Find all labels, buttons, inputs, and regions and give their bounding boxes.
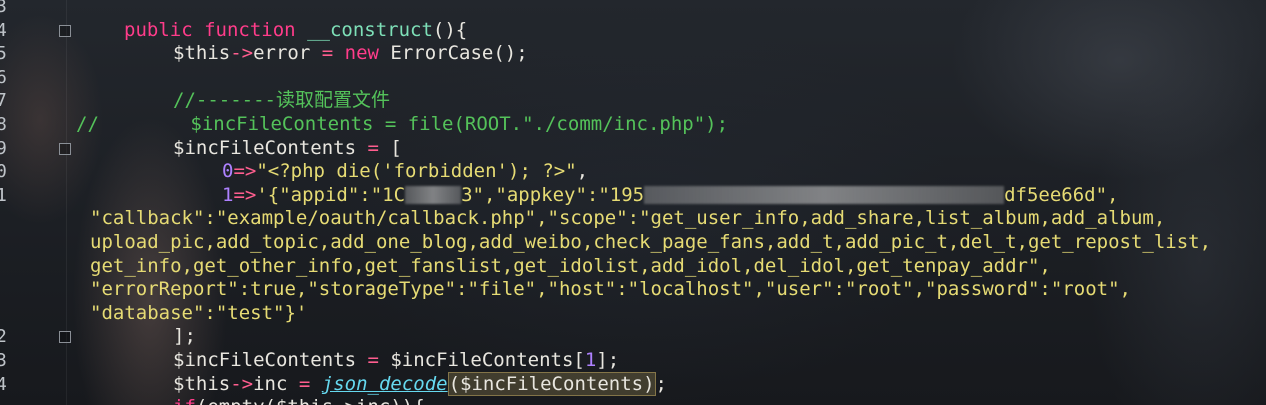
code-token: "errorReport":true,"storageType":"file",… <box>90 278 1131 301</box>
fold-toggle-icon[interactable] <box>59 331 71 344</box>
code-line[interactable]: "errorReport":true,"storageType":"file",… <box>0 278 1266 302</box>
code-token: ]; <box>596 349 620 371</box>
code-token: //-------读取配置文件 <box>173 89 390 112</box>
code-line[interactable]: get_info,get_other_info,get_fanslist,get… <box>0 255 1266 279</box>
code-line[interactable]: upload_pic,add_topic,add_one_blog,add_we… <box>0 231 1266 255</box>
code-token: = <box>321 42 334 65</box>
code-token: $this <box>173 42 231 65</box>
code-token: $incFileContents <box>173 349 368 371</box>
code-token: = <box>298 372 311 395</box>
line-number: 8 <box>0 114 7 135</box>
code-token: public <box>124 18 193 41</box>
code-text: public function __construct(){ <box>124 19 467 43</box>
code-text: if(empty($this->inc)){ <box>173 396 425 405</box>
redacted-block <box>405 185 462 204</box>
code-text: $this->error = new ErrorCase(); <box>173 42 528 66</box>
code-token: function <box>204 18 296 41</box>
code-text: $this->inc = json_decode($incFileContent… <box>173 371 667 397</box>
code-token: , <box>576 160 589 183</box>
code-token: // $incFileContents = file(ROOT."./comm/… <box>76 113 729 135</box>
code-token: inc <box>253 372 299 395</box>
code-line[interactable]: 9 $incFileContents = [ <box>0 137 1266 161</box>
code-token: 1 <box>222 183 234 206</box>
code-token: new <box>344 42 379 65</box>
code-token: $this <box>173 372 231 395</box>
code-token: ErrorCase(); <box>378 42 528 65</box>
line-number: 1 <box>0 184 7 206</box>
code-token: -> <box>230 42 254 65</box>
code-line[interactable]: 4 $this->inc = json_decode($incFileConten… <box>0 371 1266 397</box>
code-token: if <box>173 396 196 405</box>
code-text: ]; <box>173 325 196 349</box>
code-token: 0 <box>222 160 234 183</box>
code-text: upload_pic,add_topic,add_one_blog,add_we… <box>90 231 1211 255</box>
code-text: "errorReport":true,"storageType":"file",… <box>90 278 1131 302</box>
code-token: 1 <box>584 349 597 371</box>
code-line[interactable]: "database":"test"}' <box>0 302 1266 326</box>
code-token: ; <box>655 372 667 395</box>
code-token: "database":"test"}' <box>90 301 308 324</box>
redacted-block <box>644 185 1005 204</box>
code-line[interactable]: 4 public function __construct(){ <box>0 19 1266 43</box>
code-text: "database":"test"}' <box>90 302 307 326</box>
code-token: ($incFileContents) <box>447 371 656 396</box>
line-number: 9 <box>0 137 7 159</box>
code-token: '{"appid":"1C <box>256 183 406 206</box>
code-text: 1=>'{"appid":"1C 3","appkey":"195 df5ee66d… <box>222 184 1118 208</box>
code-line[interactable]: 5 $this->error = new ErrorCase(); <box>0 42 1266 66</box>
fold-toggle-icon[interactable] <box>59 24 71 37</box>
code-token: (empty($this->inc)){ <box>196 396 425 405</box>
code-text: get_info,get_other_info,get_fanslist,get… <box>90 255 1051 279</box>
line-number: 3 <box>0 350 7 371</box>
line-number: 4 <box>0 19 7 41</box>
code-token: => <box>233 183 257 206</box>
code-token: $incFileContents[ <box>378 349 585 371</box>
code-token: "<?php die('forbidden'); ?>" <box>256 160 577 183</box>
code-line[interactable]: 2]; <box>0 325 1266 349</box>
code-line[interactable]: 3 <box>0 0 1266 19</box>
code-token: => <box>233 160 257 183</box>
line-number: 6 <box>0 66 7 88</box>
code-line[interactable]: 1 1=>'{"appid":"1C 3","appkey":"195 df5ee66… <box>0 184 1266 208</box>
line-number: 0 <box>0 161 7 183</box>
code-text: 0=>"<?php die('forbidden'); ?>", <box>222 160 588 184</box>
code-token: error <box>253 42 322 65</box>
code-token: json_decode <box>321 372 448 395</box>
line-number: 4 <box>0 373 7 395</box>
code-token: = <box>367 349 379 371</box>
code-token: -> <box>230 372 254 395</box>
code-token: [ <box>378 136 402 159</box>
code-token: (){ <box>432 18 468 41</box>
code-text: $incFileContents = $incFileContents[1]; <box>173 349 619 373</box>
code-text: $incFileContents = [ <box>173 137 402 161</box>
code-token: df5ee66d", <box>1004 183 1119 206</box>
code-token: get_info,get_other_info,get_fanslist,get… <box>90 254 1051 277</box>
code-text: // $incFileContents = file(ROOT."./comm/… <box>76 113 728 137</box>
line-number: 2 <box>0 326 7 348</box>
code-token: __construct <box>307 18 433 41</box>
code-token: 3","appkey":"195 <box>461 183 645 206</box>
code-token: $incFileContents <box>173 136 368 159</box>
code-line[interactable]: 8 // $incFileContents = file(ROOT."./comm… <box>0 113 1266 137</box>
code-token: = <box>367 136 379 159</box>
code-text: "callback":"example/oauth/callback.php",… <box>90 207 1165 231</box>
line-number: 3 <box>0 0 7 17</box>
code-line[interactable]: 6 <box>0 66 1266 90</box>
code-token: ]; <box>173 325 196 348</box>
code-line[interactable]: "callback":"example/oauth/callback.php",… <box>0 207 1266 231</box>
code-text: //-------读取配置文件 <box>173 89 390 113</box>
code-line[interactable]: 0 0=>"<?php die('forbidden'); ?>", <box>0 160 1266 184</box>
line-number: 5 <box>0 43 7 65</box>
code-token: "callback":"example/oauth/callback.php",… <box>90 207 1166 230</box>
code-line[interactable]: if(empty($this->inc)){ <box>0 396 1266 405</box>
code-line[interactable]: 7 //-------读取配置文件 <box>0 89 1266 113</box>
code-line[interactable]: 3 $incFileContents = $incFileContents[1]; <box>0 349 1266 373</box>
code-token: upload_pic,add_topic,add_one_blog,add_we… <box>90 231 1212 253</box>
fold-toggle-icon[interactable] <box>59 142 71 155</box>
line-number: 7 <box>0 90 7 112</box>
